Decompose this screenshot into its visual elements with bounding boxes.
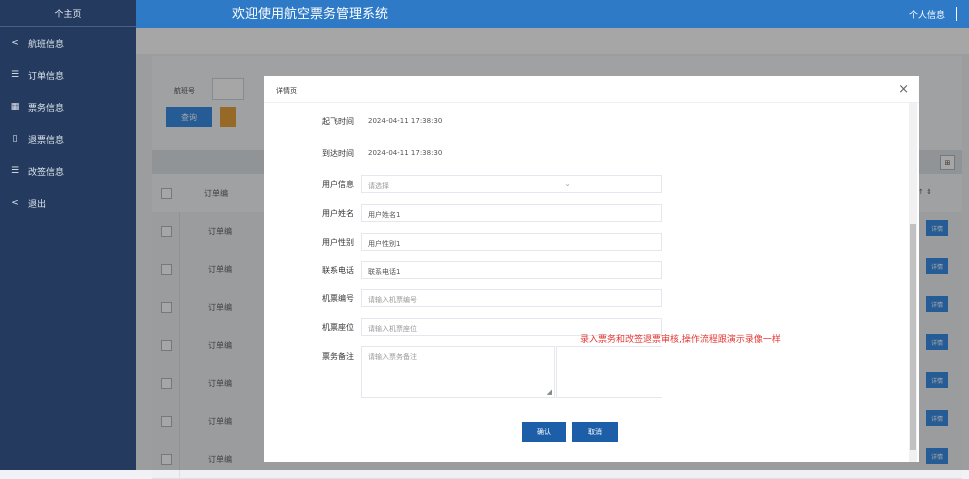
user-name-label: 用户姓名: [322, 209, 354, 218]
app-title: 欢迎使用航空票务管理系统: [232, 7, 389, 22]
dialog-title: 详情页: [276, 87, 297, 95]
sidebar-item-orders[interactable]: ☰ 订单信息: [0, 59, 136, 91]
profile-link[interactable]: 个人信息: [909, 8, 945, 21]
sidebar-item-label: 退票信息: [28, 135, 65, 146]
sidebar-item-label: 航班信息: [28, 39, 65, 50]
arrival-time-label: 到达时间: [322, 149, 354, 158]
cancel-button[interactable]: 取消: [572, 422, 618, 442]
grid-icon: ▦: [10, 102, 20, 112]
sidebar-item-refunds[interactable]: ▯ 退票信息: [0, 123, 136, 155]
sidebar-item-changes[interactable]: ☰ 改签信息: [0, 155, 136, 187]
ticket-number-label: 机票编号: [322, 294, 354, 303]
annotation-text: 录入票务和改签退票审核,操作流程跟演示录像一样: [580, 335, 781, 345]
remark-side-box: [556, 346, 662, 398]
remark-textarea[interactable]: 请输入票务备注 ◢: [361, 346, 555, 398]
header-divider: [956, 7, 957, 21]
remark-label: 票务备注: [322, 352, 354, 361]
sidebar-item-tickets[interactable]: ▦ 票务信息: [0, 91, 136, 123]
list-icon: ☰: [10, 166, 20, 176]
close-icon[interactable]: ×: [898, 82, 909, 97]
takeoff-time-value: 2024-04-11 17:38:30: [368, 117, 443, 125]
arrival-time-value: 2024-04-11 17:38:30: [368, 149, 443, 157]
user-info-select[interactable]: 请选择 ⌄: [361, 175, 662, 193]
seat-label: 机票座位: [322, 323, 354, 332]
confirm-button[interactable]: 确认: [522, 422, 566, 442]
phone-label: 联系电话: [322, 266, 354, 275]
sidebar-item-label: 订单信息: [28, 71, 65, 82]
sidebar-item-label: 改签信息: [28, 167, 65, 178]
ticket-number-input[interactable]: 请输入机票编号: [361, 289, 662, 307]
detail-dialog: 详情页 × 起飞时间 2024-04-11 17:38:30 到达时间 2024…: [264, 76, 919, 462]
share-icon: <: [11, 38, 19, 48]
sidebar-item-flights[interactable]: < 航班信息: [0, 27, 136, 59]
dialog-header-divider: [264, 102, 919, 103]
document-icon: ▯: [12, 134, 18, 144]
phone-input[interactable]: 联系电话1: [361, 261, 662, 279]
share-icon: <: [11, 198, 19, 208]
sidebar-item-label: 票务信息: [28, 103, 65, 114]
user-gender-input[interactable]: 用户性别1: [361, 233, 662, 251]
remark-placeholder: 请输入票务备注: [368, 353, 417, 361]
sidebar-item-logout[interactable]: < 退出: [0, 187, 136, 219]
sidebar-home[interactable]: 个主页: [0, 0, 136, 27]
chevron-down-icon: ⌄: [564, 179, 571, 188]
resize-handle-icon[interactable]: ◢: [547, 388, 552, 396]
user-name-input[interactable]: 用户姓名1: [361, 204, 662, 222]
sidebar-item-label: 退出: [28, 199, 47, 210]
user-info-placeholder: 请选择: [368, 182, 389, 190]
user-info-label: 用户信息: [322, 180, 354, 189]
sidebar-home-label: 个主页: [54, 9, 82, 20]
sidebar: 个主页 < 航班信息 ☰ 订单信息 ▦ 票务信息 ▯ 退票信息 ☰ 改签信息 < 退出: [0, 0, 136, 470]
top-header: 欢迎使用航空票务管理系统 个人信息: [136, 0, 969, 28]
user-gender-label: 用户性别: [322, 238, 354, 247]
dialog-scrollbar-thumb[interactable]: [910, 224, 916, 450]
takeoff-time-label: 起飞时间: [322, 117, 354, 126]
list-icon: ☰: [10, 70, 20, 80]
